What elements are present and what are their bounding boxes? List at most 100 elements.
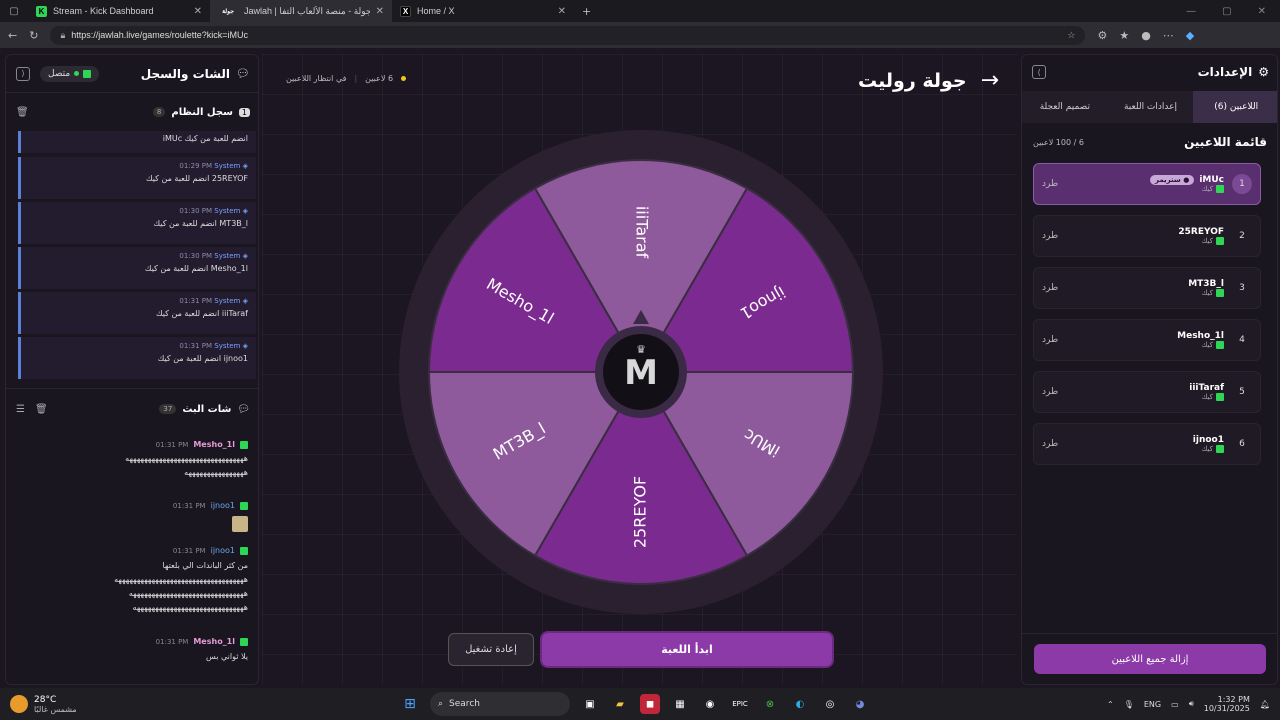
wheel-segment-label: iiiTaraf <box>633 206 652 259</box>
new-tab-icon[interactable]: + <box>582 5 591 18</box>
volume-icon[interactable]: 🔊︎ <box>1189 699 1194 709</box>
log-time: 01:29 PM <box>179 162 213 170</box>
url-field[interactable]: 🔒︎ https://jawlah.live/games/roulette?ki… <box>50 25 1086 45</box>
tab-jawlah[interactable]: جولة Jawlah | جولة - منصة الألعاب التفا.… <box>210 0 392 22</box>
refresh-icon[interactable]: ↻ <box>29 29 38 42</box>
chat-user: Mesho_1l <box>193 637 235 646</box>
kick-player-button[interactable]: طرد <box>1042 335 1058 345</box>
tab-actions-icon[interactable]: ▢ <box>0 1 28 21</box>
log-message: iMUc انضم للعبة من كيك <box>162 134 248 143</box>
back-icon[interactable]: ← <box>8 29 17 42</box>
kick-icon <box>1216 237 1224 245</box>
store-icon[interactable]: ▦ <box>670 694 690 714</box>
browser-tab-bar: ▢ K Stream - Kick Dashboard ✕ جولة Jawla… <box>0 0 1280 22</box>
system-icon: ◈ <box>242 252 248 260</box>
log-entry: ◈ System 01:31 PM ijnoo1 انضم للعبة من ك… <box>18 337 256 379</box>
extensions-icon[interactable]: ⚙ <box>1097 29 1107 42</box>
players-list-title: قائمة اللاعبين <box>1184 135 1267 149</box>
tray-overflow-icon[interactable]: ⌃ <box>1107 700 1114 709</box>
weather-icon[interactable] <box>10 695 28 713</box>
notifications-icon[interactable]: 🔔︎ <box>1260 700 1270 709</box>
trash-icon[interactable]: 🗑︎ <box>16 107 29 118</box>
remove-all-players-button[interactable]: إزالة جميع اللاعبين <box>1034 644 1266 674</box>
player-row[interactable]: 4 Mesho_1l كيك طرد <box>1033 319 1261 361</box>
steam-icon[interactable]: ◉ <box>700 694 720 714</box>
filter-icon[interactable]: ☰ <box>16 404 25 415</box>
language-indicator[interactable]: ENG <box>1144 700 1161 709</box>
settings-tabs: اللاعبين (6) إعدادات اللعبة تصميم العجلة <box>1022 91 1277 123</box>
favorites-icon[interactable]: ★ <box>1119 29 1129 42</box>
tab-x-home[interactable]: X Home / X ✕ <box>392 0 574 22</box>
tab-kick-dashboard[interactable]: K Stream - Kick Dashboard ✕ <box>28 0 210 22</box>
collapse-panel-icon[interactable]: ⟩ <box>16 66 30 81</box>
maximize-icon[interactable]: ▢ <box>1222 6 1231 17</box>
close-tab-icon[interactable]: ✕ <box>558 6 566 17</box>
kick-icon <box>1216 393 1224 401</box>
tab-players[interactable]: اللاعبين (6) <box>1193 91 1277 123</box>
player-row[interactable]: 1 iMUc ● ستريمر كيك طرد <box>1033 163 1261 205</box>
panel-title: الشات والسجل <box>140 66 231 81</box>
task-view-icon[interactable]: ▣ <box>580 694 600 714</box>
close-window-icon[interactable]: ✕ <box>1258 6 1266 17</box>
gear-icon: ⚙ <box>1258 65 1269 79</box>
player-row[interactable]: 6 ijnoo1 كيك طرد <box>1033 423 1261 465</box>
windows-start-icon[interactable]: ⊞ <box>400 694 420 714</box>
file-explorer-icon[interactable]: ▰ <box>610 694 630 714</box>
clock-time: 1:32 PM <box>1217 695 1250 704</box>
panel-title: الإعدادات <box>1197 65 1253 79</box>
player-row[interactable]: 5 iiiTaraf كيك طرد <box>1033 371 1261 413</box>
chat-time: 01:31 PM <box>155 440 189 449</box>
player-name: iMUc <box>1199 175 1224 185</box>
log-sender: System <box>214 252 241 260</box>
kick-icon <box>83 69 92 78</box>
platform-label: كيك <box>1201 341 1213 349</box>
discord-icon[interactable]: ◕ <box>850 694 870 714</box>
system-icon: ◈ <box>242 162 248 170</box>
back-arrow-icon[interactable]: → <box>981 68 999 93</box>
minimize-icon[interactable]: — <box>1186 6 1196 17</box>
restart-button[interactable]: إعادة تشغيل <box>448 633 534 666</box>
log-entry: ◈ System 01:29 PM 25REYOF انضم للعبة من … <box>18 157 256 199</box>
log-entry: ◈ System 01:30 PM MT3B_l انضم للعبة من ك… <box>18 202 256 244</box>
log-sender: System <box>214 297 241 305</box>
more-menu-icon[interactable]: ⋯ <box>1163 29 1174 42</box>
svg-text:♛: ♛ <box>636 343 646 356</box>
kick-player-button[interactable]: طرد <box>1042 439 1058 449</box>
network-icon[interactable]: ▭ <box>1171 700 1179 709</box>
epic-games-icon[interactable]: EPIC <box>730 694 750 714</box>
tab-wheel-design[interactable]: تصميم العجلة <box>1022 91 1108 123</box>
kick-player-button[interactable]: طرد <box>1042 179 1058 189</box>
collapse-panel-icon[interactable]: ⟨ <box>1032 65 1046 79</box>
roulette-wheel[interactable]: iiiTarafijnoo1iMUc25REYOFMT3B_lMesho_1l … <box>396 127 886 617</box>
kick-icon <box>240 546 248 555</box>
tab-game-settings[interactable]: إعدادات اللعبة <box>1108 91 1194 123</box>
close-tab-icon[interactable]: ✕ <box>194 6 202 17</box>
log-title: سجل النظام <box>171 106 233 118</box>
tab-title: Home / X <box>417 6 455 16</box>
copilot-icon[interactable]: ◆ <box>1186 29 1194 42</box>
player-row[interactable]: 3 MT3B_l كيك طرد <box>1033 267 1261 309</box>
kick-player-button[interactable]: طرد <box>1042 283 1058 293</box>
trash-icon[interactable]: 🗑︎ <box>35 404 48 415</box>
start-game-button[interactable]: ابدأ اللعبة <box>542 633 832 666</box>
close-tab-icon[interactable]: ✕ <box>376 6 384 17</box>
chrome-icon[interactable]: ◎ <box>820 694 840 714</box>
chat-message: ijnoo1 01:31 PM <box>16 501 248 532</box>
settings-panel: ⟨ ⚙ الإعدادات اللاعبين (6) إعدادات اللعب… <box>1021 54 1278 685</box>
taskbar-search[interactable]: ⌕ Search <box>430 692 570 716</box>
game-area: 6 لاعبين | في انتظار اللاعبين → جولة رول… <box>262 54 1017 685</box>
edge-icon[interactable]: ◐ <box>790 694 810 714</box>
chat-user: Mesho_1l <box>193 440 235 449</box>
microphone-icon[interactable]: 🎙︎ <box>1124 700 1134 709</box>
favorite-star-icon[interactable]: ☆ <box>1067 30 1075 41</box>
weather-desc: مشمس غالبًا <box>34 704 77 714</box>
kick-player-button[interactable]: طرد <box>1042 231 1058 241</box>
connection-status: متصل <box>40 65 100 82</box>
xbox-icon[interactable]: ⊗ <box>760 694 780 714</box>
x-icon: X <box>400 5 411 17</box>
profile-icon[interactable]: ● <box>1141 29 1151 42</box>
app-icon[interactable]: ◼ <box>640 694 660 714</box>
kick-player-button[interactable]: طرد <box>1042 387 1058 397</box>
player-row[interactable]: 2 25REYOF كيك طرد <box>1033 215 1261 257</box>
clock[interactable]: 1:32 PM 10/31/2025 <box>1204 695 1250 713</box>
